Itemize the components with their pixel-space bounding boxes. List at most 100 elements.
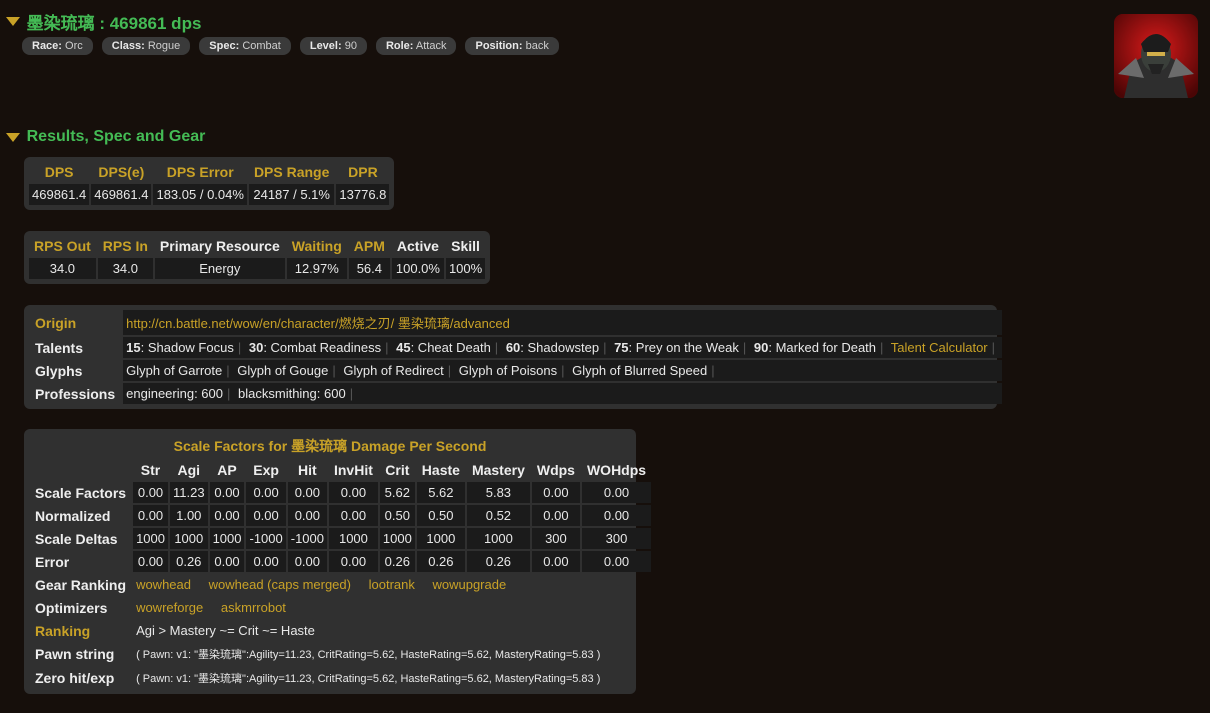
- scale-cell: 11.23: [169, 482, 208, 503]
- header-apm[interactable]: APM: [349, 236, 390, 256]
- glyphs-label: Glyphs: [35, 362, 83, 379]
- scale-cell: 0.00: [287, 551, 327, 572]
- ranking-label[interactable]: Ranking: [29, 620, 131, 641]
- header-dps[interactable]: DPS: [29, 162, 89, 182]
- talent-item[interactable]: 15: Shadow Focus: [126, 340, 234, 355]
- scale-cell: 0.00: [531, 551, 580, 572]
- origin-link[interactable]: http://cn.battle.net/wow/en/character/燃烧…: [126, 316, 510, 331]
- header-dps-error[interactable]: DPS Error: [153, 162, 246, 182]
- scale-cell: 1000: [379, 528, 415, 549]
- talents-row: 15: Shadow Focus | 30: Combat Readiness | …: [123, 337, 1003, 358]
- origin-row: http://cn.battle.net/wow/en/character/燃烧…: [123, 310, 1003, 335]
- col-hit: Hit: [298, 462, 317, 478]
- glyph-item[interactable]: Glyph of Poisons: [459, 363, 557, 378]
- scale-factors-panel: Scale Factors for 墨染琉璃 Damage Per Second…: [24, 429, 652, 694]
- scale-row: Error 0.00 0.26 0.00 0.00 0.00 0.00 0.26…: [29, 551, 652, 572]
- wowhead-link[interactable]: wowhead: [136, 577, 191, 592]
- scale-cell: 1.00: [169, 505, 208, 526]
- player-title: 墨染琉璃 : 469861 dps: [26, 14, 202, 33]
- section-title: Results, Spec and Gear: [26, 128, 206, 145]
- lootrank-link[interactable]: lootrank: [369, 577, 415, 592]
- collapse-toggle-icon[interactable]: [6, 17, 20, 26]
- scale-cell: 0.00: [328, 505, 378, 526]
- scale-cell: 0.00: [209, 505, 245, 526]
- header-active: Active: [396, 238, 439, 254]
- param-position: Position: back: [465, 37, 559, 55]
- zero-hit-value: ( Pawn: v1: "墨染琉璃":Agility=11.23, CritRa…: [136, 673, 601, 685]
- param-class: Class: Rogue: [101, 37, 191, 55]
- optimizer-links: wowreforge askmrrobot: [133, 597, 651, 618]
- scale-cell: 0.52: [466, 505, 530, 526]
- collapse-toggle-icon[interactable]: [6, 132, 20, 142]
- askmrrobot-link[interactable]: askmrrobot: [221, 600, 286, 615]
- professions-label: Professions: [35, 385, 116, 402]
- col-mastery: Mastery: [471, 462, 525, 478]
- param-race: Race: Orc: [22, 37, 93, 55]
- glyph-item[interactable]: Glyph of Blurred Speed: [572, 363, 707, 378]
- value-dps-error: 183.05 / 0.04%: [153, 184, 247, 205]
- gear-ranking-links: wowhead wowhead (caps merged) lootrank w…: [133, 574, 651, 595]
- scale-cell: 0.00: [287, 482, 327, 503]
- value-dpr: 13776.8: [336, 184, 390, 205]
- results-section-header[interactable]: Results, Spec and Gear: [6, 128, 205, 146]
- scale-cell: 300: [531, 528, 580, 549]
- param-level: Level: 90: [299, 37, 367, 55]
- header-dpr[interactable]: DPR: [336, 162, 389, 182]
- scale-cell: 0.00: [581, 551, 652, 572]
- scale-cell: 0.00: [328, 551, 378, 572]
- header-waiting[interactable]: Waiting: [287, 236, 347, 256]
- scale-cell: 0.00: [531, 482, 580, 503]
- scale-cell: 0.00: [246, 482, 286, 503]
- value-rps-in: 34.0: [97, 258, 153, 279]
- scale-cell: 0.00: [209, 551, 245, 572]
- header-rps-in[interactable]: RPS In: [98, 236, 153, 256]
- professions-row: engineering: 600 | blacksmithing: 600 |: [123, 383, 1003, 404]
- col-exp: Exp: [253, 462, 279, 478]
- profession-item: engineering: 600: [126, 386, 223, 401]
- scale-cell: 1000: [328, 528, 378, 549]
- scale-factors-table: Str Agi AP Exp Hit InvHit Crit Haste Mas…: [27, 458, 653, 691]
- player-header[interactable]: 墨染琉璃 : 469861 dps: [6, 9, 201, 34]
- scale-cell: 0.26: [466, 551, 530, 572]
- glyph-item[interactable]: Glyph of Garrote: [126, 363, 222, 378]
- pawn-string-label: Pawn string: [35, 646, 115, 662]
- value-dps-range: 24187 / 5.1%: [248, 184, 335, 205]
- scale-cell: 0.00: [287, 505, 327, 526]
- talent-calculator-link[interactable]: Talent Calculator: [891, 340, 988, 355]
- glyph-item[interactable]: Glyph of Redirect: [343, 363, 443, 378]
- player-params: Race: Orc Class: Rogue Spec: Combat Leve…: [22, 37, 559, 55]
- value-waiting: 12.97%: [286, 258, 347, 279]
- character-info-panel: Origin http://cn.battle.net/wow/en/chara…: [24, 305, 1003, 409]
- profession-item: blacksmithing: 600: [238, 386, 346, 401]
- scale-cell: 0.26: [416, 551, 465, 572]
- scale-cell: -1000: [287, 528, 327, 549]
- value-dps: 469861.4: [29, 184, 90, 205]
- value-primary-resource: Energy: [154, 258, 285, 279]
- scale-cell: 1000: [466, 528, 530, 549]
- optimizers-label: Optimizers: [35, 599, 108, 616]
- value-skill: 100%: [445, 258, 486, 279]
- header-dps-e[interactable]: DPS(e): [91, 162, 151, 182]
- scale-cell: 5.62: [379, 482, 415, 503]
- scale-cell: 0.00: [581, 482, 652, 503]
- wowupgrade-link[interactable]: wowupgrade: [432, 577, 506, 592]
- col-str: Str: [140, 462, 161, 478]
- header-dps-range[interactable]: DPS Range: [249, 162, 334, 182]
- scale-row: Scale Factors 0.00 11.23 0.00 0.00 0.00 …: [29, 482, 652, 503]
- value-apm: 56.4: [348, 258, 390, 279]
- col-crit: Crit: [385, 462, 410, 478]
- zero-hit-label: Zero hit/exp: [35, 670, 115, 686]
- header-skill: Skill: [451, 238, 480, 254]
- glyph-item[interactable]: Glyph of Gouge: [237, 363, 328, 378]
- scale-cell: 0.00: [133, 551, 168, 572]
- talent-item[interactable]: 45: Cheat Death: [396, 340, 491, 355]
- talent-item[interactable]: 30: Combat Readiness: [249, 340, 381, 355]
- talent-item[interactable]: 60: Shadowstep: [506, 340, 599, 355]
- scale-cell: 0.50: [416, 505, 465, 526]
- talent-item[interactable]: 75: Prey on the Weak: [614, 340, 739, 355]
- scale-cell: 0.50: [379, 505, 415, 526]
- talent-item[interactable]: 90: Marked for Death: [754, 340, 876, 355]
- wowhead-caps-merged-link[interactable]: wowhead (caps merged): [209, 577, 351, 592]
- header-rps-out[interactable]: RPS Out: [29, 236, 96, 256]
- wowreforge-link[interactable]: wowreforge: [136, 600, 203, 615]
